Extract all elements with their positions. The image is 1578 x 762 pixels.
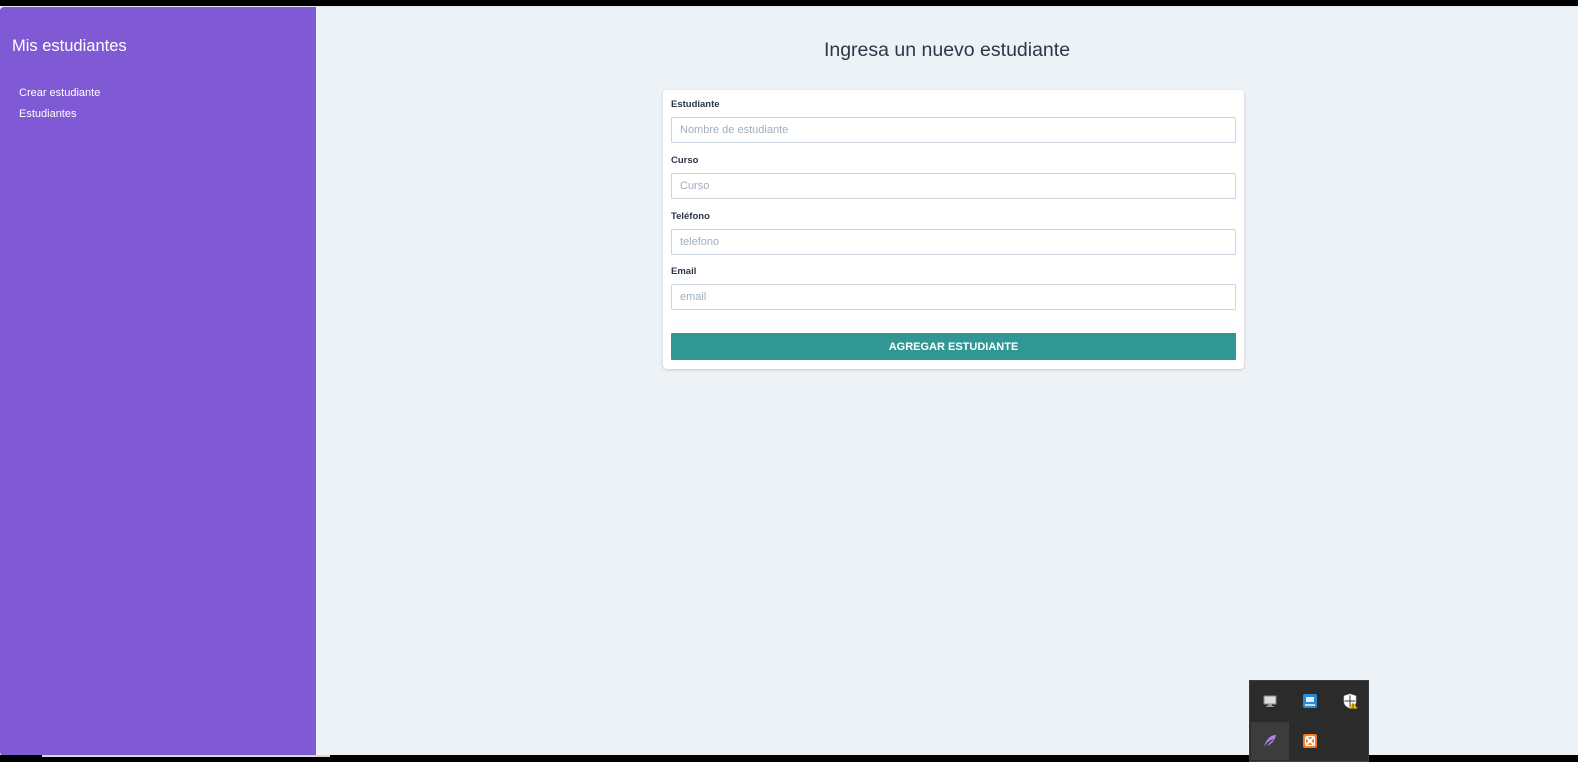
taskbar-item[interactable] [42,755,330,757]
student-form: Estudiante Curso Teléfono Email AGREGAR … [663,90,1244,369]
app-viewport: Mis estudiantes Crear estudiante Estudia… [0,6,1578,756]
page-title: Ingresa un nuevo estudiante [823,39,1071,61]
sidebar-title: Mis estudiantes [12,37,127,55]
system-tray-overflow [1249,680,1369,762]
add-student-button[interactable]: AGREGAR ESTUDIANTE [671,333,1236,360]
security-warning-icon[interactable] [1331,682,1369,720]
phone-label: Teléfono [671,211,710,222]
feather-app-icon[interactable] [1251,722,1289,760]
sidebar: Mis estudiantes Crear estudiante Estudia… [0,7,316,756]
sidebar-nav: Crear estudiante Estudiantes [19,83,100,125]
phone-input[interactable] [671,229,1236,255]
sidebar-item-estudiantes[interactable]: Estudiantes [19,104,100,125]
email-input[interactable] [671,284,1236,310]
email-label: Email [671,266,697,277]
sidebar-item-crear-estudiante[interactable]: Crear estudiante [19,83,100,104]
student-name-label: Estudiante [671,99,720,110]
student-name-input[interactable] [671,117,1236,143]
display-icon[interactable] [1251,682,1289,720]
network-app-icon[interactable] [1291,682,1329,720]
course-input[interactable] [671,173,1236,199]
course-label: Curso [671,155,699,166]
xampp-icon[interactable] [1291,722,1329,760]
